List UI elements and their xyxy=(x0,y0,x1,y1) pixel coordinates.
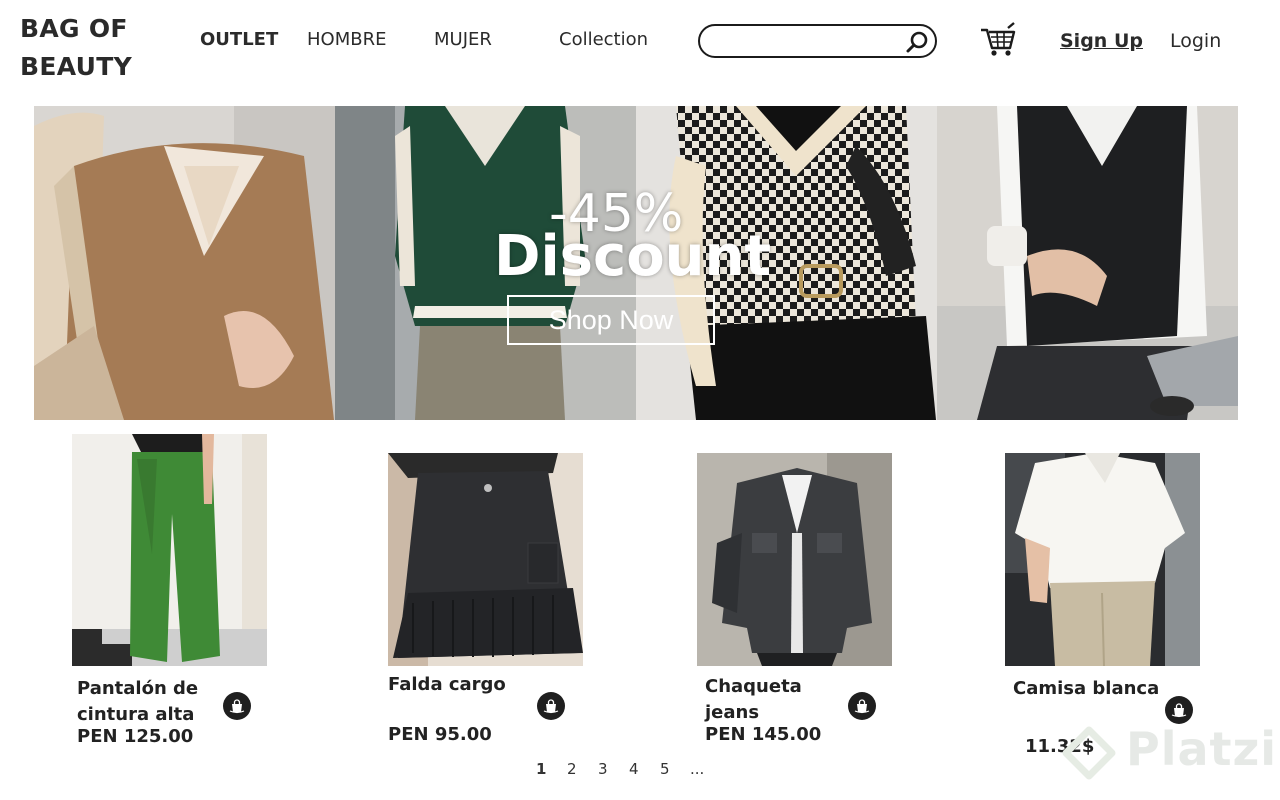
product-name: Camisa blanca xyxy=(1013,676,1159,702)
product-name: Pantalón de cintura alta xyxy=(77,676,198,728)
product-name-line: Falda cargo xyxy=(388,674,506,695)
product-name: Falda cargo xyxy=(388,672,506,698)
brand-logo-line2: BEAUTY xyxy=(20,52,132,81)
product-name-line: jeans xyxy=(705,702,760,723)
pagination-page-3[interactable]: 3 xyxy=(598,760,608,778)
nav-item-hombre[interactable]: HOMBRE xyxy=(307,29,386,50)
hero-image-black-vest xyxy=(937,106,1238,420)
shop-now-button[interactable]: Shop Now xyxy=(507,295,715,345)
product-name: Chaqueta jeans xyxy=(705,674,802,726)
nav-item-mujer[interactable]: MUJER xyxy=(434,29,492,50)
pagination-page-4[interactable]: 4 xyxy=(629,760,639,778)
product-image[interactable] xyxy=(697,453,892,666)
shopping-bag-icon xyxy=(1171,703,1187,718)
product-image[interactable] xyxy=(388,453,583,666)
shopping-cart-icon[interactable] xyxy=(978,20,1018,58)
login-link[interactable]: Login xyxy=(1170,30,1221,52)
add-to-bag-button[interactable] xyxy=(537,692,565,720)
hero-image-tan-vest xyxy=(34,106,335,420)
search-input[interactable] xyxy=(714,30,904,52)
pagination-page-2[interactable]: 2 xyxy=(567,760,577,778)
add-to-bag-button[interactable] xyxy=(848,692,876,720)
product-image[interactable] xyxy=(72,434,267,666)
nav-item-outlet[interactable]: OUTLET xyxy=(200,29,278,50)
search-bar[interactable] xyxy=(698,24,937,58)
product-name-line: Chaqueta xyxy=(705,676,802,697)
shopping-bag-icon xyxy=(854,699,870,714)
product-price: PEN 145.00 xyxy=(705,724,822,745)
add-to-bag-button[interactable] xyxy=(1165,696,1193,724)
search-icon[interactable] xyxy=(905,30,929,54)
add-to-bag-button[interactable] xyxy=(223,692,251,720)
shopping-bag-icon xyxy=(229,699,245,714)
product-name-line: Pantalón de xyxy=(77,678,199,699)
hero-discount-title: Discount xyxy=(494,224,772,289)
product-name-line: Camisa blanca xyxy=(1013,678,1160,699)
nav-item-collection[interactable]: Collection xyxy=(559,29,648,50)
product-image[interactable] xyxy=(1005,453,1200,666)
brand-logo-line1: BAG OF xyxy=(20,14,128,43)
hero-banner[interactable]: -45% Discount Shop Now xyxy=(34,106,1238,420)
platzi-logo-icon xyxy=(1062,726,1116,780)
sign-up-link[interactable]: Sign Up xyxy=(1060,30,1143,52)
product-price: PEN 125.00 xyxy=(77,726,194,747)
pagination-page-1[interactable]: 1 xyxy=(536,760,546,778)
pagination-ellipsis[interactable]: ... xyxy=(690,760,704,778)
watermark-text: Platzi xyxy=(1126,722,1278,776)
product-price: PEN 95.00 xyxy=(388,724,492,745)
brand-logo[interactable]: BAG OF BEAUTY xyxy=(20,10,150,86)
product-name-line: cintura alta xyxy=(77,704,195,725)
shopping-bag-icon xyxy=(543,699,559,714)
pagination-page-5[interactable]: 5 xyxy=(660,760,670,778)
